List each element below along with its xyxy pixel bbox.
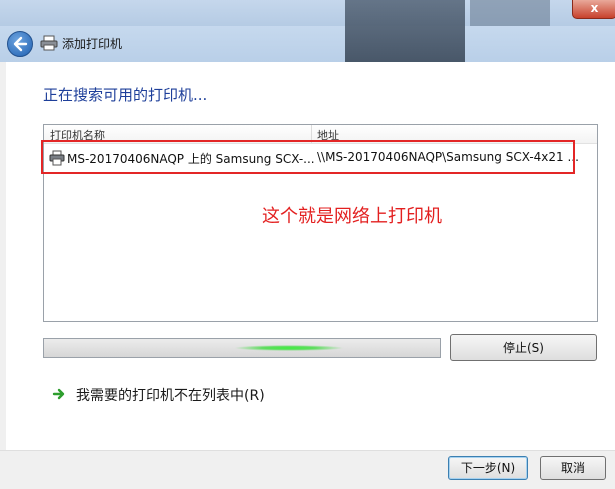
search-progress-bar (43, 338, 441, 358)
progress-glow (234, 345, 344, 351)
green-arrow-icon (52, 388, 65, 400)
stop-button[interactable]: 停止(S) (450, 334, 597, 361)
window-title: 添加打印机 (62, 37, 123, 51)
page-heading: 正在搜索可用的打印机... (43, 86, 208, 104)
annotation-text: 这个就是网络上打印机 (262, 206, 442, 227)
back-arrow-icon (13, 36, 28, 52)
annotation-highlight-box (41, 140, 575, 174)
cancel-button[interactable]: 取消 (540, 456, 606, 480)
close-button[interactable]: x (572, 0, 615, 19)
window-titlebar: x 添加打印机 (0, 0, 615, 62)
printer-not-listed-label[interactable]: 我需要的打印机不在列表中(R) (76, 385, 265, 405)
next-button[interactable]: 下一步(N) (448, 456, 528, 480)
back-button[interactable] (7, 31, 33, 57)
background-window-ghost (345, 0, 465, 62)
printer-icon (40, 35, 58, 51)
background-window-ghost-2 (470, 0, 550, 26)
